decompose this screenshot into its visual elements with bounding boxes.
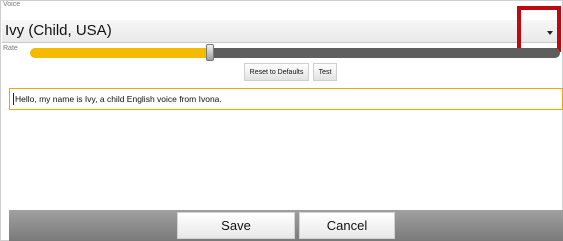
- rate-label: Rate: [3, 45, 18, 52]
- rate-slider-fill: [30, 48, 210, 58]
- test-button[interactable]: Test: [313, 63, 337, 81]
- voice-label: Voice: [3, 1, 21, 8]
- rate-slider-thumb[interactable]: [206, 44, 214, 61]
- rate-slider[interactable]: [30, 44, 560, 61]
- text-caret: [13, 93, 14, 105]
- voice-selected-value: Ivy (Child, USA): [5, 22, 112, 39]
- voice-dropdown[interactable]: Ivy (Child, USA): [2, 20, 560, 43]
- rate-slider-track: [210, 48, 560, 58]
- sample-text-input[interactable]: Hello, my name is Ivy, a child English v…: [9, 88, 563, 110]
- save-button[interactable]: Save: [177, 212, 295, 239]
- sample-text-value: Hello, my name is Ivy, a child English v…: [15, 94, 222, 104]
- button-bar: Save Cancel: [9, 210, 563, 241]
- chevron-down-icon[interactable]: [547, 31, 553, 35]
- reset-defaults-button[interactable]: Reset to Defaults: [244, 63, 309, 81]
- cancel-button[interactable]: Cancel: [299, 212, 395, 239]
